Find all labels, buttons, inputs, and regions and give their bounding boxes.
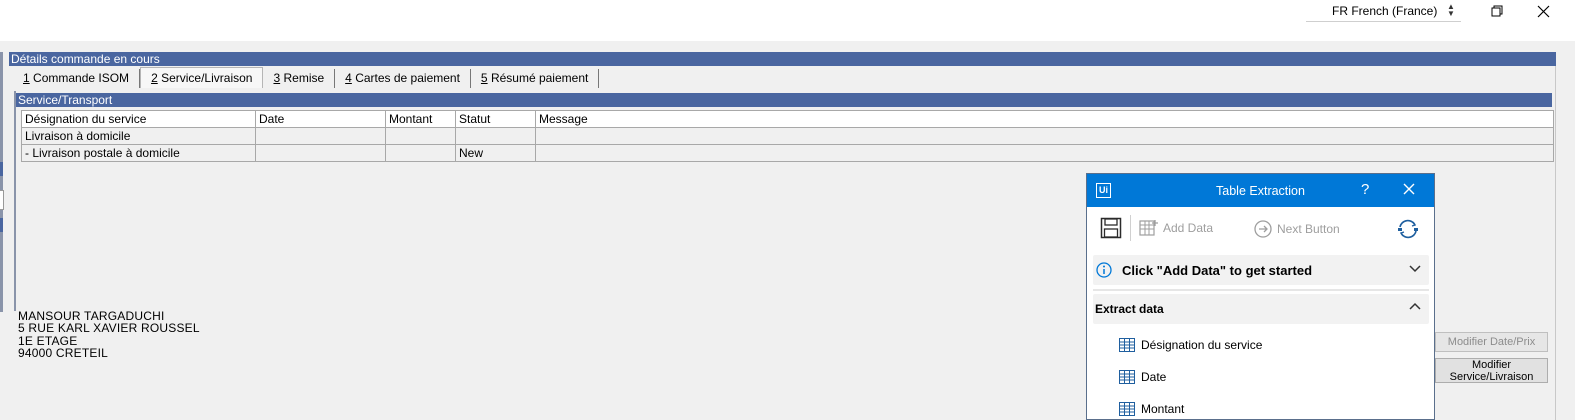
dialog-toolbar: Add Data Next Button (1087, 207, 1434, 252)
column-header[interactable]: Statut (455, 110, 536, 128)
column-icon (1119, 370, 1135, 384)
extract-fields-list: Désignation du service Date Montant (1093, 324, 1429, 419)
table-cell: Livraison à domicile (21, 127, 256, 145)
table-cell (535, 127, 1554, 145)
tab-label: Cartes de paiement (351, 71, 460, 85)
tab-remise[interactable]: 3 Remise (263, 69, 336, 88)
list-item[interactable]: Date (1119, 370, 1166, 384)
left-marker (0, 162, 3, 176)
tab-resume-paiement[interactable]: 5 Résumé paiement (471, 69, 600, 88)
table-cell (255, 127, 386, 145)
title-bar: FR French (France) ▲ ▼ (0, 0, 1575, 41)
table-cell (385, 127, 456, 145)
column-header[interactable]: Message (535, 110, 1554, 128)
table-cell: - Livraison postale à domicile (21, 144, 256, 162)
hint-section[interactable]: Click "Add Data" to get started (1093, 255, 1429, 285)
tab-commande-isom[interactable]: 1 Commande ISOM (13, 69, 141, 88)
column-header[interactable]: Date (255, 110, 386, 128)
left-marker (0, 218, 3, 232)
tab-label: Résumé paiement (487, 71, 589, 85)
add-data-button[interactable]: Add Data (1139, 219, 1213, 237)
section-title: Service/Transport (16, 93, 1552, 107)
table-cell (255, 144, 386, 162)
tab-cartes-paiement[interactable]: 4 Cartes de paiement (335, 69, 471, 88)
tab-mnemonic: 1 (23, 71, 30, 85)
column-header[interactable]: Montant (385, 110, 456, 128)
hint-text: Click "Add Data" to get started (1122, 262, 1313, 278)
language-value: FR French (France) (1332, 4, 1438, 18)
tab-label: Remise (280, 71, 325, 85)
tab-mnemonic: 4 (345, 71, 352, 85)
list-item[interactable]: Montant (1119, 402, 1184, 416)
table-cell (535, 144, 1554, 162)
add-data-label: Add Data (1163, 221, 1214, 235)
tab-service-livraison[interactable]: 2 Service/Livraison (140, 67, 264, 88)
service-table: Désignation du service Date Montant Stat… (21, 110, 1554, 162)
info-icon (1096, 262, 1112, 278)
column-header[interactable]: Désignation du service (21, 110, 256, 128)
table-cell (455, 127, 536, 145)
close-icon (1403, 183, 1415, 195)
uipath-logo-icon: Ui (1096, 183, 1111, 198)
refresh-icon (1398, 219, 1418, 239)
next-button-label: Next Button (1277, 222, 1340, 236)
left-border (0, 52, 3, 312)
modify-date-price-button[interactable]: Modifier Date/Prix (1435, 332, 1548, 352)
delivery-address: MANSOUR TARGADUCHI 5 RUE KARL XAVIER ROU… (18, 310, 200, 359)
add-data-icon (1139, 220, 1158, 236)
next-button-button[interactable]: Next Button (1253, 219, 1340, 239)
list-item[interactable]: Désignation du service (1119, 338, 1262, 352)
restore-window-button[interactable] (1477, 0, 1517, 22)
table-extraction-dialog: Ui Table Extraction ? Add Data Next Butt… (1086, 173, 1435, 420)
restore-icon (1491, 5, 1503, 17)
button-label-line: Modifier (1471, 358, 1512, 371)
help-button[interactable]: ? (1361, 181, 1369, 198)
table-header-row: Désignation du service Date Montant Stat… (21, 110, 1554, 128)
refresh-button[interactable] (1396, 219, 1420, 239)
save-button[interactable] (1100, 217, 1122, 239)
divider (1093, 289, 1429, 291)
modify-service-button[interactable]: Modifier Service/Livraison (1435, 358, 1548, 383)
column-icon (1119, 402, 1135, 416)
panel-title: Détails commande en cours (9, 52, 1556, 66)
tab-mnemonic: 2 (151, 71, 158, 85)
dialog-close-button[interactable] (1403, 180, 1415, 200)
divider (1555, 66, 1556, 420)
save-icon (1100, 217, 1122, 239)
chevron-down-icon (1409, 265, 1421, 273)
field-label: Désignation du service (1141, 338, 1263, 352)
extract-data-section[interactable]: Extract data (1093, 294, 1429, 324)
next-arrow-icon (1254, 220, 1272, 238)
tab-label: Service/Livraison (157, 71, 253, 85)
button-label-line: Service/Livraison (1449, 370, 1534, 383)
dialog-title-bar[interactable]: Ui Table Extraction ? (1087, 174, 1434, 207)
field-label: Date (1141, 370, 1167, 384)
address-line: 5 RUE KARL XAVIER ROUSSEL (18, 321, 200, 336)
table-row[interactable]: - Livraison postale à domicile New (21, 144, 1554, 162)
chevron-up-icon (1409, 302, 1421, 310)
table-cell (385, 144, 456, 162)
tab-label: Commande ISOM (29, 71, 130, 85)
app-window: FR French (France) ▲ ▼ Détails commande e… (0, 0, 1575, 420)
extract-data-title: Extract data (1095, 302, 1164, 316)
column-icon (1119, 338, 1135, 352)
left-control[interactable] (0, 190, 4, 210)
table-row[interactable]: Livraison à domicile (21, 127, 1554, 145)
sort-arrows-icon: ▲ ▼ (1447, 2, 1455, 18)
address-line: 94000 CRETEIL (18, 345, 108, 360)
toolbar-divider (1130, 215, 1131, 241)
dialog-title: Table Extraction (1216, 183, 1305, 198)
table-cell: New (455, 144, 536, 162)
language-select[interactable]: FR French (France) ▲ ▼ (1306, 1, 1461, 22)
close-icon (1537, 5, 1549, 17)
field-label: Montant (1141, 402, 1185, 416)
tab-bar: 1 Commande ISOM 2 Service/Livraison 3 Re… (13, 67, 600, 89)
tab-mnemonic: 5 (480, 71, 488, 85)
close-window-button[interactable] (1523, 0, 1563, 22)
